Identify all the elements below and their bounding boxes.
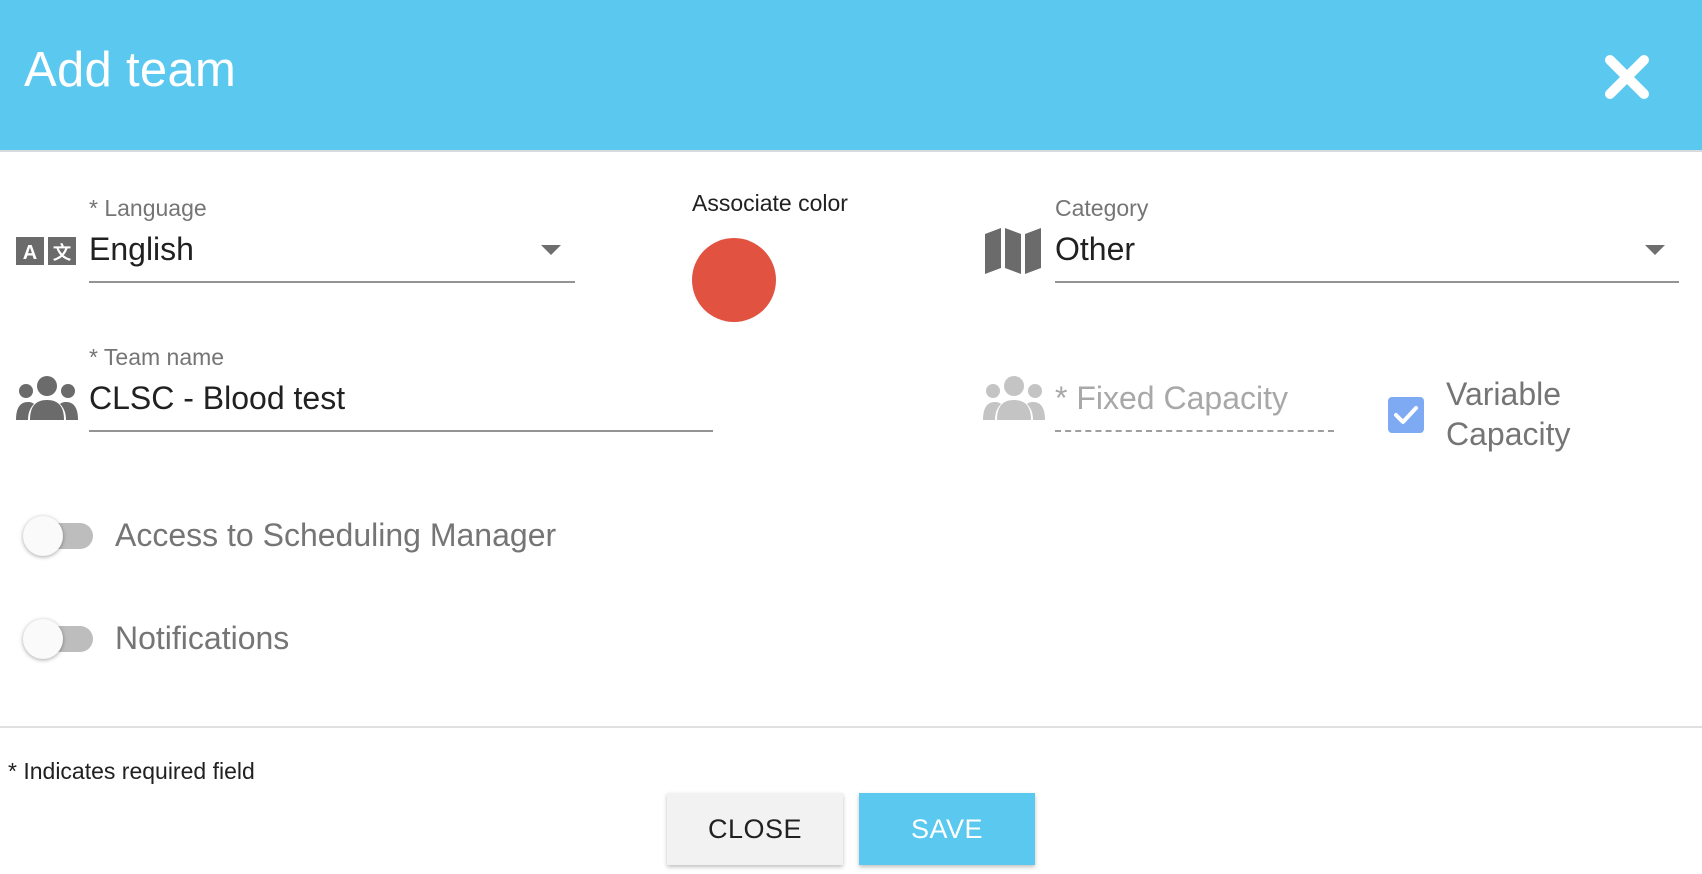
svg-text:文: 文 <box>53 242 72 264</box>
variable-capacity-checkbox[interactable] <box>1388 397 1424 433</box>
category-label: Category <box>1055 195 1149 221</box>
svg-text:A: A <box>23 242 37 264</box>
language-underline <box>89 281 575 283</box>
fixed-capacity-underline <box>1055 430 1334 432</box>
notifications-toggle[interactable] <box>23 619 95 659</box>
dialog-title: Add team <box>24 43 237 97</box>
category-underline <box>1055 281 1679 283</box>
map-icon <box>985 228 1041 279</box>
team-name-label: * Team name <box>89 344 225 370</box>
scheduling-manager-toggle[interactable] <box>23 516 95 556</box>
language-select[interactable]: English <box>89 231 194 268</box>
close-button[interactable]: CLOSE <box>667 793 843 865</box>
close-icon[interactable] <box>1596 46 1658 108</box>
save-button[interactable]: SAVE <box>859 793 1035 865</box>
toggle-thumb <box>23 516 63 556</box>
fixed-capacity-input: * Fixed Capacity <box>1055 380 1288 416</box>
toggle-thumb <box>23 619 63 659</box>
scheduling-manager-label: Access to Scheduling Manager <box>115 517 557 553</box>
footer-divider <box>0 726 1702 728</box>
variable-capacity-label[interactable]: Variable Capacity <box>1446 374 1646 454</box>
chevron-down-icon[interactable] <box>1645 245 1665 255</box>
required-field-note: * Indicates required field <box>8 758 255 784</box>
variable-capacity-label-line2: Capacity <box>1446 416 1571 452</box>
group-icon <box>16 376 78 425</box>
variable-capacity-label-line1: Variable <box>1446 376 1562 412</box>
group-icon <box>983 376 1045 425</box>
check-icon <box>1394 406 1418 424</box>
associate-color-label: Associate color <box>692 190 848 216</box>
dialog-header: Add team <box>0 0 1702 152</box>
add-team-dialog: Add team A 文 * Language English Associat… <box>0 0 1702 874</box>
notifications-label: Notifications <box>115 620 290 656</box>
translate-icon: A 文 <box>16 234 78 273</box>
chevron-down-icon[interactable] <box>541 245 561 255</box>
team-name-underline <box>89 430 713 432</box>
category-select[interactable]: Other <box>1055 231 1135 268</box>
team-name-input[interactable]: CLSC - Blood test <box>89 380 345 417</box>
language-label: * Language <box>89 195 207 221</box>
color-swatch[interactable] <box>692 238 776 322</box>
